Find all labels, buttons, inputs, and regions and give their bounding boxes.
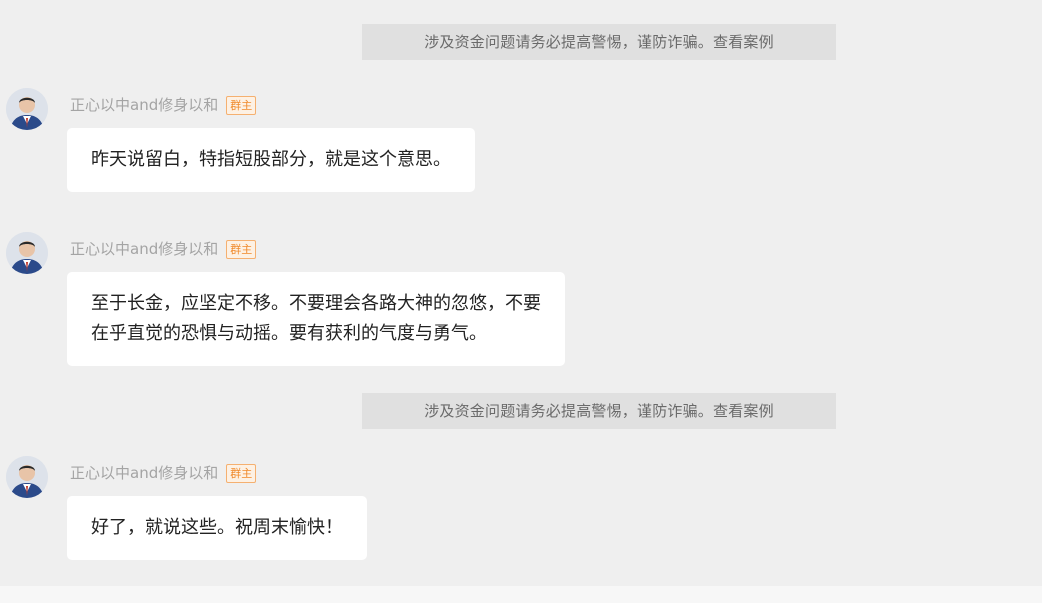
group-owner-badge: 群主	[226, 96, 257, 115]
group-owner-badge: 群主	[226, 464, 257, 483]
message-bubble[interactable]: 昨天说留白，特指短股部分，就是这个意思。	[67, 128, 475, 192]
sender-row: 正心以中and修身以和 群主	[70, 462, 257, 484]
avatar[interactable]	[6, 88, 48, 130]
message-bubble[interactable]: 好了，就说这些。祝周末愉快！	[67, 496, 367, 560]
sender-row: 正心以中and修身以和 群主	[70, 94, 257, 116]
anti-fraud-notice[interactable]: 涉及资金问题请务必提高警惕，谨防诈骗。查看案例	[362, 24, 836, 60]
sender-row: 正心以中and修身以和 群主	[70, 238, 257, 260]
avatar[interactable]	[6, 456, 48, 498]
bottom-bar	[0, 586, 1042, 603]
user-avatar-icon	[6, 88, 48, 130]
user-avatar-icon	[6, 456, 48, 498]
chat-message: 正心以中and修身以和 群主 好了，就说这些。祝周末愉快！	[0, 456, 1042, 566]
group-owner-badge: 群主	[226, 240, 257, 259]
sender-name[interactable]: 正心以中and修身以和	[70, 96, 218, 114]
user-avatar-icon	[6, 232, 48, 274]
message-bubble[interactable]: 至于长金，应坚定不移。不要理会各路大神的忽悠，不要 在乎直觉的恐惧与动摇。要有获…	[67, 272, 565, 366]
avatar[interactable]	[6, 232, 48, 274]
sender-name[interactable]: 正心以中and修身以和	[70, 240, 218, 258]
chat-message: 正心以中and修身以和 群主 至于长金，应坚定不移。不要理会各路大神的忽悠，不要 …	[0, 232, 1042, 372]
sender-name[interactable]: 正心以中and修身以和	[70, 464, 218, 482]
anti-fraud-notice[interactable]: 涉及资金问题请务必提高警惕，谨防诈骗。查看案例	[362, 393, 836, 429]
chat-message: 正心以中and修身以和 群主 昨天说留白，特指短股部分，就是这个意思。	[0, 88, 1042, 198]
